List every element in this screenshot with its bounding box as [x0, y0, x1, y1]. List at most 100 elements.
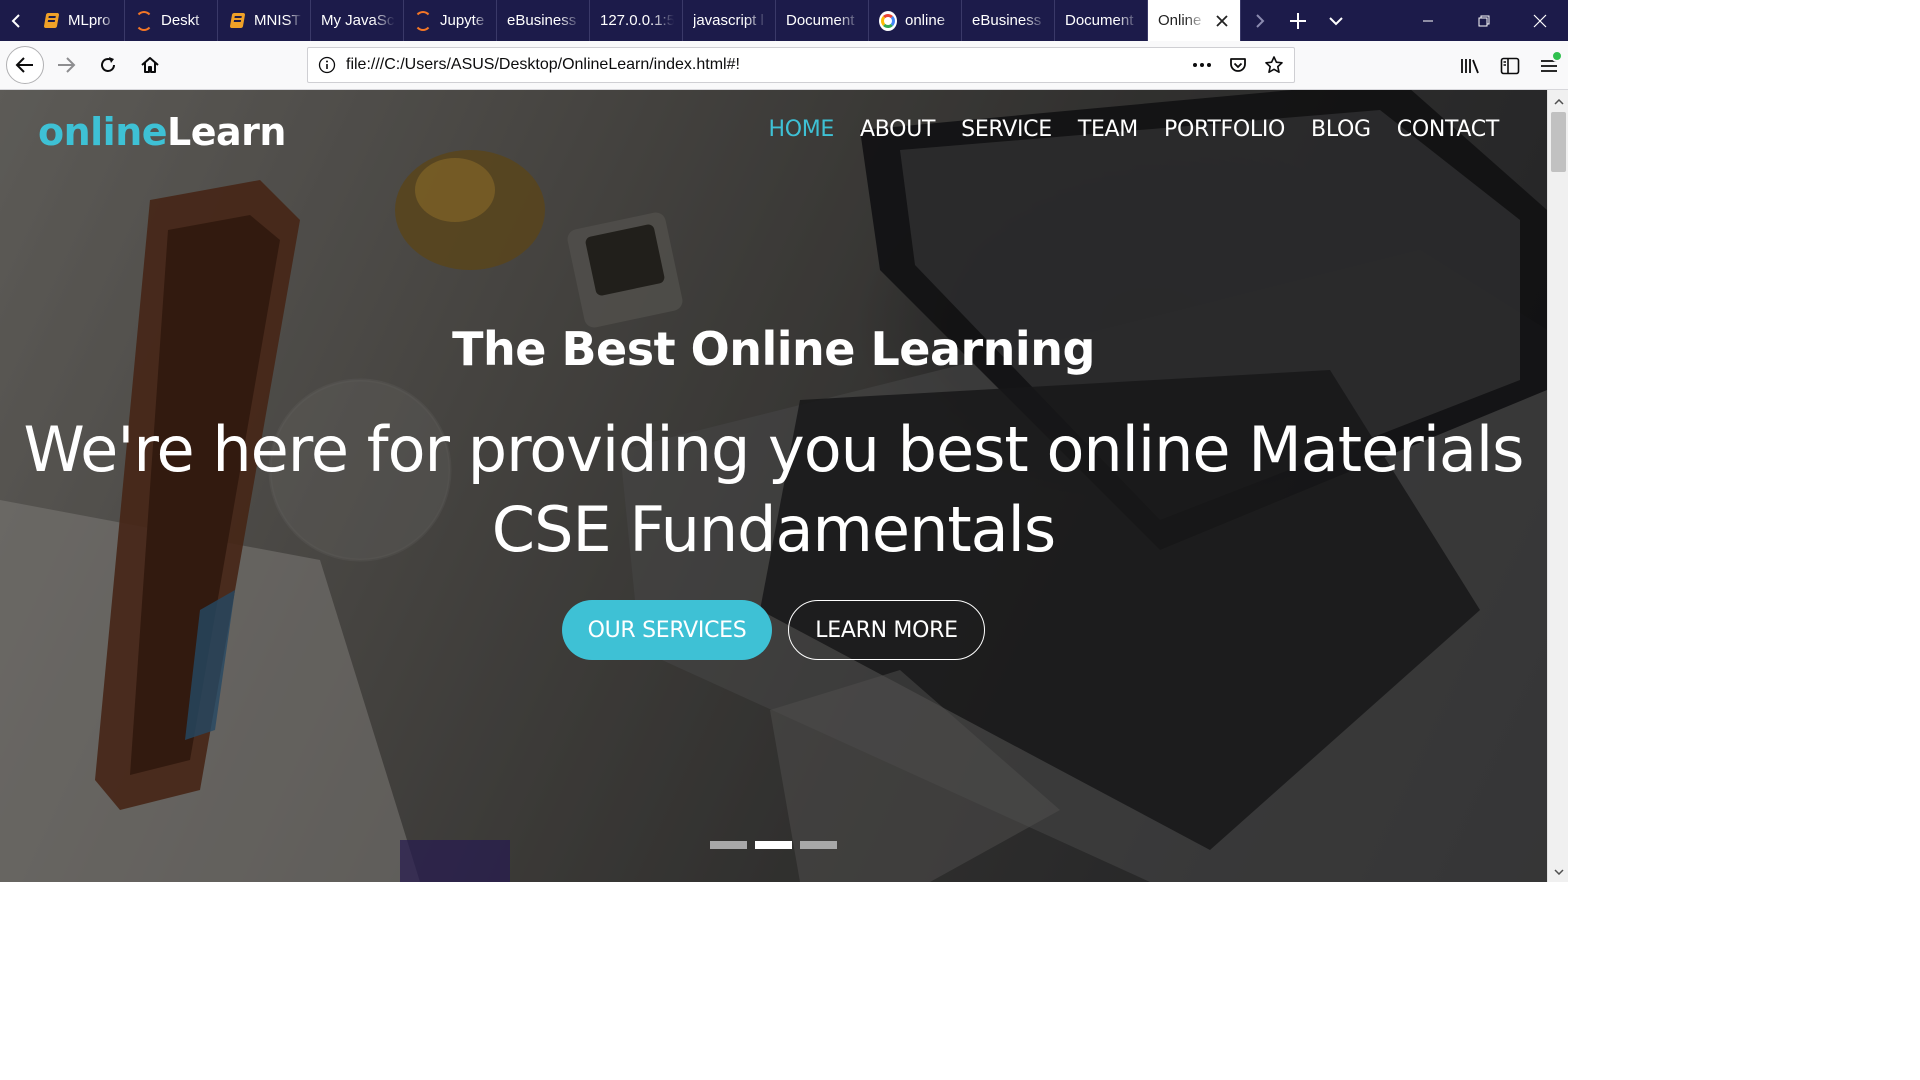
book-icon — [228, 12, 246, 30]
back-button[interactable] — [6, 46, 44, 84]
browser-tab[interactable]: MLpro — [32, 0, 125, 41]
caret-up-icon — [1553, 99, 1564, 105]
browser-nav-bar: file:///C:/Users/ASUS/Desktop/OnlineLear… — [0, 41, 1568, 90]
forward-button[interactable] — [46, 45, 86, 85]
browser-tab[interactable]: MNIST — [218, 0, 311, 41]
nav-item-team[interactable]: TEAM — [1078, 117, 1138, 142]
nav-item-about[interactable]: ABOUT — [860, 117, 935, 142]
tab-label: online — [905, 12, 946, 29]
tab-label: My JavaSc — [321, 12, 395, 29]
browser-tab[interactable]: 127.0.0.1:5 — [590, 0, 683, 41]
sidebar-button[interactable] — [1490, 46, 1529, 86]
page-actions-button[interactable] — [1186, 50, 1218, 80]
close-window-button[interactable] — [1512, 0, 1568, 41]
page-scrollbar[interactable] — [1547, 90, 1568, 882]
tab-label: Jupyte — [440, 12, 485, 29]
browser-tab[interactable]: Jupyte — [404, 0, 497, 41]
browser-tab[interactable]: online — [869, 0, 962, 41]
hero-headline-line1: We're here for providing you best online… — [23, 413, 1525, 486]
restore-button[interactable] — [1456, 0, 1512, 41]
book-icon — [42, 12, 60, 30]
nav-item-portfolio[interactable]: PORTFOLIO — [1164, 117, 1285, 142]
learn-more-button[interactable]: LEARN MORE — [788, 600, 985, 660]
scroll-down-button[interactable] — [1548, 862, 1569, 882]
star-icon — [1265, 56, 1283, 73]
browser-tab[interactable]: eBusiness — [962, 0, 1055, 41]
logo-part-learn: Learn — [167, 110, 286, 154]
home-button[interactable] — [130, 45, 170, 85]
browser-tab[interactable]: Document — [776, 0, 869, 41]
chevron-right-icon — [1256, 13, 1265, 28]
carousel-dot[interactable] — [800, 841, 837, 849]
window-controls — [1400, 0, 1568, 41]
tab-list: MLpro Deskt MNIST My JavaSc Jupyte eBusiness 1… — [32, 0, 1241, 41]
reload-icon — [101, 57, 115, 72]
tab-label: 127.0.0.1:5 — [600, 12, 674, 29]
browser-tab[interactable]: My JavaSc — [311, 0, 404, 41]
tab-label: eBusiness — [507, 12, 577, 29]
tab-label: Document — [786, 12, 855, 29]
minimize-icon — [1423, 20, 1433, 21]
our-services-button[interactable]: OUR SERVICES — [562, 600, 772, 660]
hero-headline: We're here for providing you best online… — [0, 410, 1547, 570]
browser-tab-strip: MLpro Deskt MNIST My JavaSc Jupyte eBusiness 1… — [0, 0, 1568, 41]
tab-tools — [1241, 0, 1355, 41]
scroll-up-button[interactable] — [1548, 92, 1569, 112]
restore-icon — [1478, 15, 1490, 26]
caret-down-icon — [1553, 869, 1564, 875]
nav-item-home[interactable]: HOME — [768, 117, 834, 142]
tab-label: Document — [1065, 12, 1134, 29]
browser-tab[interactable]: Document — [1055, 0, 1148, 41]
jupyter-icon — [414, 10, 432, 31]
menu-button[interactable] — [1529, 46, 1568, 86]
browser-tab[interactable]: eBusiness — [497, 0, 590, 41]
browser-tab[interactable]: Online — [1148, 0, 1241, 41]
bookmark-star-button[interactable] — [1258, 50, 1290, 80]
close-tab-icon[interactable] — [1212, 11, 1232, 31]
minimize-button[interactable] — [1400, 0, 1456, 41]
jupyter-icon — [135, 10, 153, 31]
more-dots-icon — [1193, 63, 1211, 67]
carousel-dot[interactable] — [710, 841, 747, 849]
library-button[interactable] — [1451, 46, 1490, 86]
info-icon — [318, 56, 336, 74]
tab-label: MLpro — [68, 12, 111, 29]
address-bar[interactable]: file:///C:/Users/ASUS/Desktop/OnlineLear… — [307, 47, 1295, 83]
nav-item-blog[interactable]: BLOG — [1311, 117, 1371, 142]
nav-item-service[interactable]: SERVICE — [961, 117, 1052, 142]
hero-headline-line2: CSE Fundamentals — [491, 493, 1056, 566]
sidebar-icon — [1500, 57, 1519, 74]
home-icon — [141, 57, 159, 73]
plus-icon — [1290, 12, 1306, 29]
chevron-down-icon — [1329, 16, 1343, 25]
toolbar-right — [1451, 41, 1568, 90]
site-info-button[interactable] — [308, 56, 346, 74]
site-logo[interactable]: onlineLearn — [38, 110, 286, 154]
tab-scroll-right-button[interactable] — [1241, 0, 1279, 41]
tab-label: javascript l — [693, 12, 764, 29]
chevron-left-icon — [11, 13, 20, 28]
carousel-dot[interactable] — [755, 841, 792, 849]
hero-kicker: The Best Online Learning — [452, 322, 1095, 376]
logo-part-online: online — [38, 110, 168, 154]
browser-tab[interactable]: javascript l — [683, 0, 776, 41]
library-icon — [1460, 58, 1479, 73]
nav-item-contact[interactable]: CONTACT — [1397, 117, 1500, 142]
url-text[interactable]: file:///C:/Users/ASUS/Desktop/OnlineLear… — [346, 56, 1186, 74]
list-all-tabs-button[interactable] — [1317, 0, 1355, 41]
page-viewport: onlineLearn HOME ABOUT SERVICE TEAM PORTFOLI… — [0, 90, 1547, 882]
tab-scroll-left-button[interactable] — [0, 0, 32, 41]
browser-tab[interactable]: Deskt — [125, 0, 218, 41]
pocket-icon — [1230, 58, 1246, 72]
google-icon — [879, 10, 897, 31]
new-tab-button[interactable] — [1279, 0, 1317, 41]
reload-button[interactable] — [88, 45, 128, 85]
pocket-button[interactable] — [1222, 50, 1254, 80]
carousel-indicators — [0, 841, 1547, 849]
close-icon — [1533, 14, 1547, 27]
main-nav: HOME ABOUT SERVICE TEAM PORTFOLIO BLOG CONTACT — [768, 117, 1499, 142]
url-actions — [1186, 50, 1294, 80]
tab-label: Online — [1158, 12, 1202, 29]
scroll-thumb[interactable] — [1551, 112, 1566, 172]
tab-label: Deskt — [161, 12, 200, 29]
